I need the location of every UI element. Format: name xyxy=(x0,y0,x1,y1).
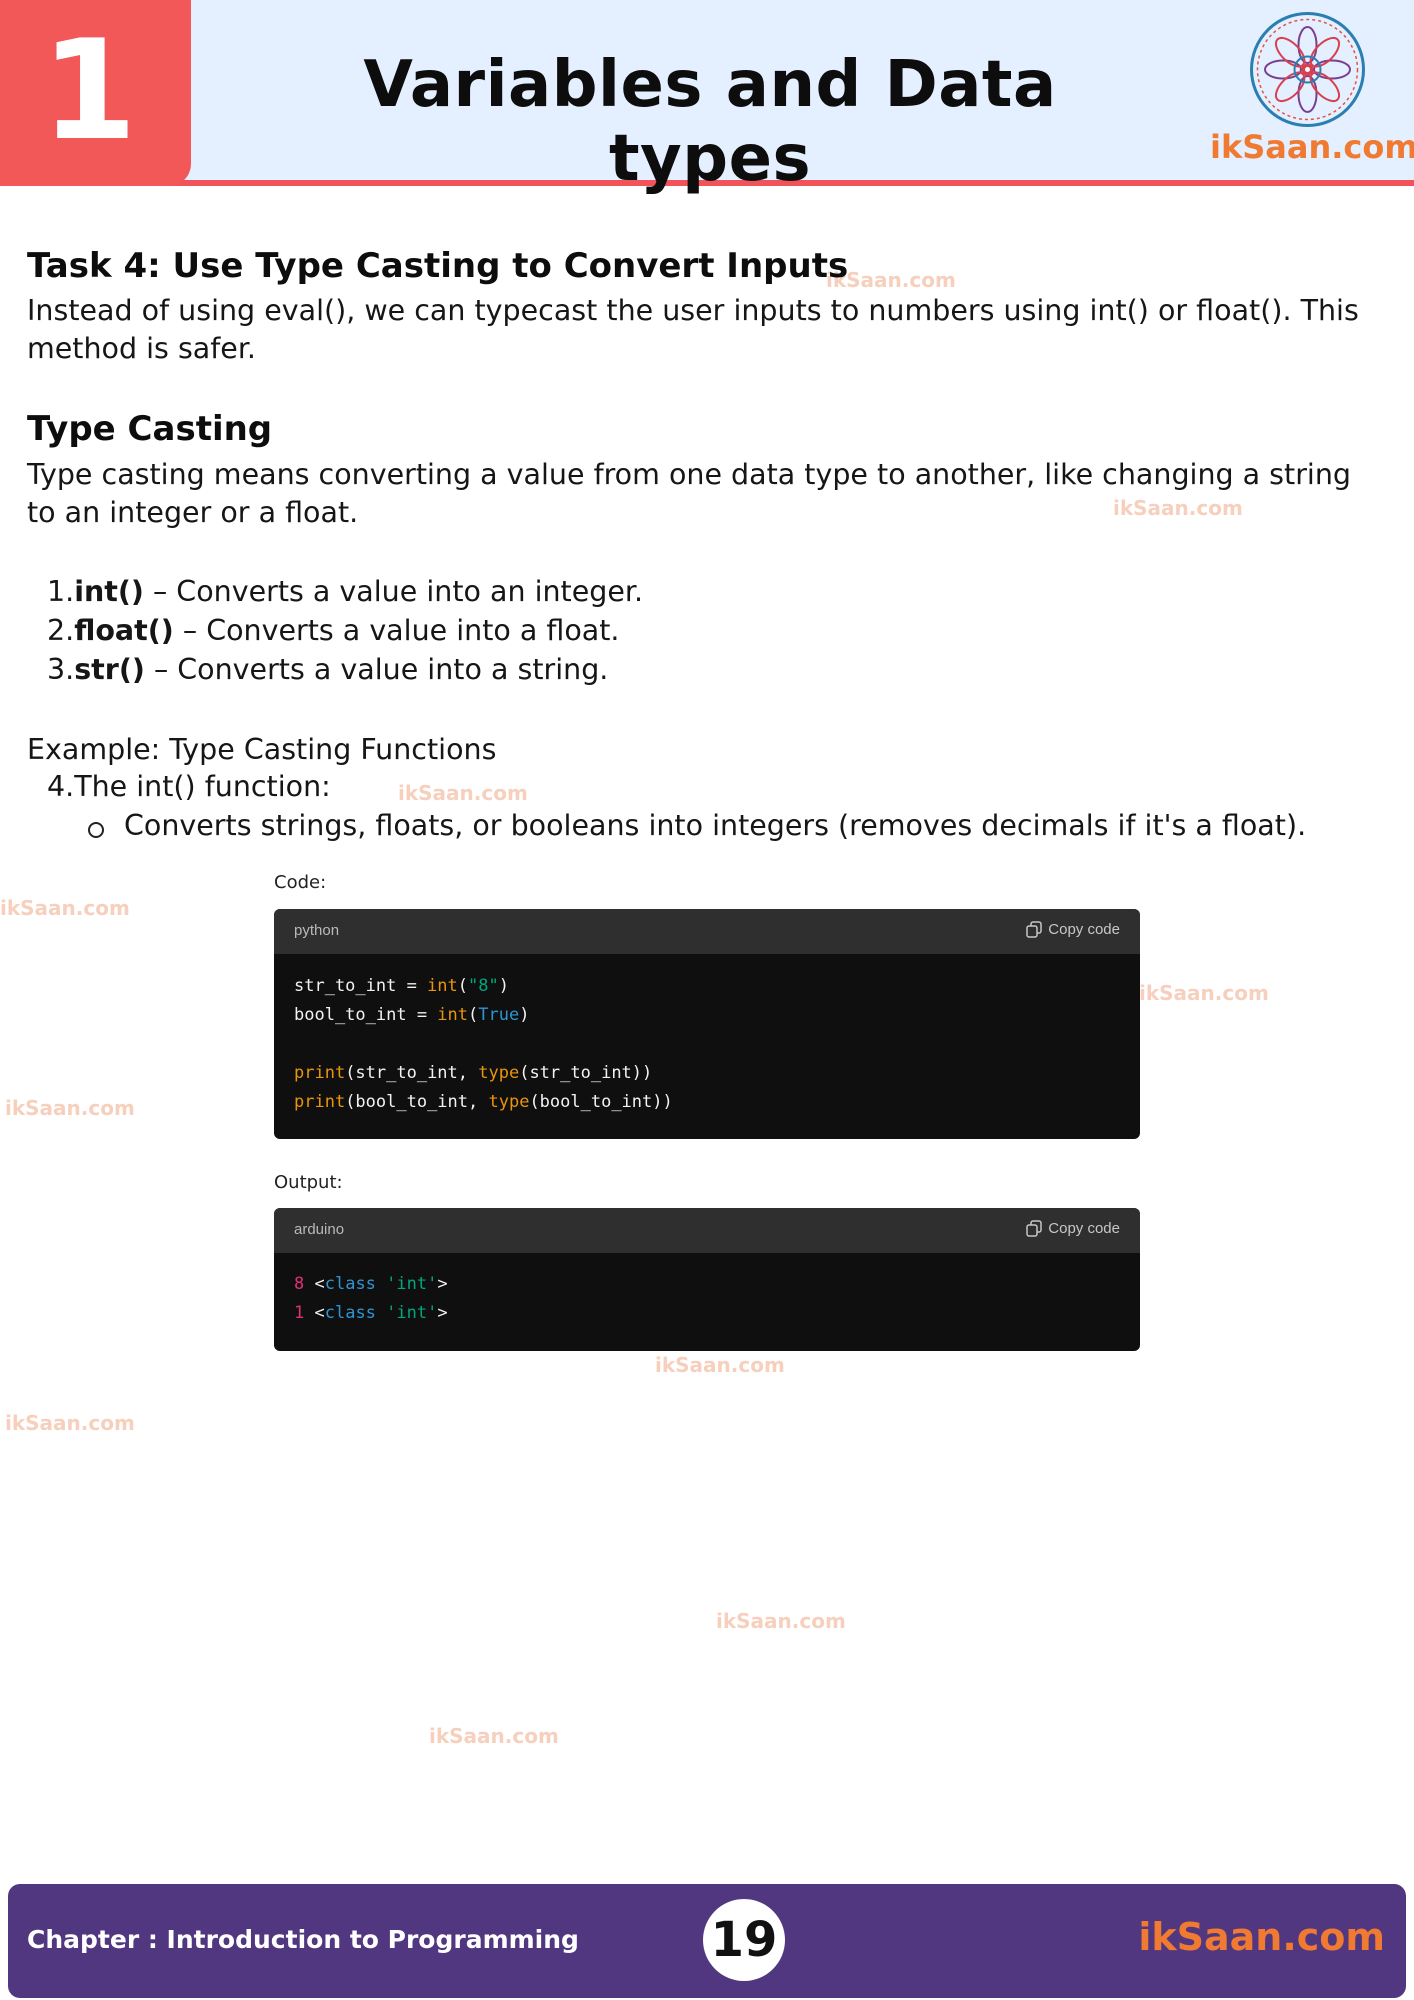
code-line: print(str_to_int, type(str_to_int)) xyxy=(294,1063,653,1083)
code-line: str_to_int = int("8") xyxy=(294,976,509,996)
mandala-logo-icon xyxy=(1249,11,1366,128)
list-item-float: 2.float() – Converts a value into a floa… xyxy=(47,614,620,647)
copy-output-label: Copy code xyxy=(1048,1220,1120,1237)
code-label: Code: xyxy=(274,872,327,893)
function-name: float() xyxy=(74,614,174,647)
output-line: 1 <class 'int'> xyxy=(294,1303,448,1323)
code-content: str_to_int = int("8") bool_to_int = int(T… xyxy=(274,954,1140,1135)
type-casting-heading: Type Casting xyxy=(27,409,273,449)
output-header: arduino Copy code xyxy=(274,1208,1140,1253)
output-label: Output: xyxy=(274,1172,343,1193)
code-block: python Copy code str_to_int = int("8") bo… xyxy=(274,909,1140,1139)
watermark: ikSaan.com xyxy=(5,1411,135,1435)
task-heading: Task 4: Use Type Casting to Convert Inpu… xyxy=(27,246,849,286)
watermark: ikSaan.com xyxy=(0,896,130,920)
list-number: 1. xyxy=(47,575,75,608)
watermark: ikSaan.com xyxy=(5,1096,135,1120)
copy-code-label: Copy code xyxy=(1048,921,1120,938)
footer-chapter-label: Chapter : Introduction to Programming xyxy=(27,1925,579,1954)
code-header: python Copy code xyxy=(274,909,1140,954)
list-number: 2. xyxy=(47,614,75,647)
task-description: Instead of using eval(), we can typecast… xyxy=(27,294,1359,365)
watermark: ikSaan.com xyxy=(655,1353,785,1377)
example-item: 4.The int() function: xyxy=(47,770,331,803)
watermark: ikSaan.com xyxy=(429,1724,559,1748)
output-content: 8 <class 'int'> 1 <class 'int'> xyxy=(274,1253,1140,1346)
example-bullet-text: Converts strings, floats, or booleans in… xyxy=(124,809,1307,842)
copy-icon xyxy=(1026,1220,1043,1237)
copy-icon xyxy=(1026,921,1043,938)
output-line: 8 <class 'int'> xyxy=(294,1274,448,1294)
code-language: python xyxy=(294,922,340,939)
type-casting-description: Type casting means converting a value fr… xyxy=(27,458,1351,529)
code-line: print(bool_to_int, type(bool_to_int)) xyxy=(294,1092,673,1112)
list-number: 4. xyxy=(47,770,75,803)
watermark: ikSaan.com xyxy=(1139,981,1269,1005)
function-description: – Converts a value into an integer. xyxy=(143,575,644,608)
list-item-int: 1.int() – Converts a value into an integ… xyxy=(47,575,643,608)
page-number: 19 xyxy=(710,1912,778,1968)
example-heading: Example: Type Casting Functions xyxy=(27,733,497,766)
watermark: ikSaan.com xyxy=(398,781,528,805)
function-name: int() xyxy=(74,575,144,608)
example-item-text: The int() function: xyxy=(74,770,331,803)
copy-code-button[interactable]: Copy code xyxy=(1026,921,1120,938)
footer-brand: ikSaan.com xyxy=(1138,1915,1385,1959)
output-language: arduino xyxy=(294,1221,345,1238)
chapter-number: 1 xyxy=(40,10,138,171)
page-title: Variables and Data types xyxy=(363,48,1057,196)
output-block: arduino Copy code 8 <class 'int'> 1 <clas… xyxy=(274,1208,1140,1351)
copy-output-button[interactable]: Copy code xyxy=(1026,1220,1120,1237)
function-name: str() xyxy=(74,653,145,686)
list-item-str: 3.str() – Converts a value into a string… xyxy=(47,653,608,686)
list-number: 3. xyxy=(47,653,75,686)
bullet-circle-icon xyxy=(88,822,104,838)
brand-name: ikSaan.com xyxy=(1210,128,1414,166)
watermark: ikSaan.com xyxy=(716,1609,846,1633)
function-description: – Converts a value into a float. xyxy=(173,614,620,647)
function-description: – Converts a value into a string. xyxy=(144,653,609,686)
code-line: bool_to_int = int(True) xyxy=(294,1005,530,1025)
